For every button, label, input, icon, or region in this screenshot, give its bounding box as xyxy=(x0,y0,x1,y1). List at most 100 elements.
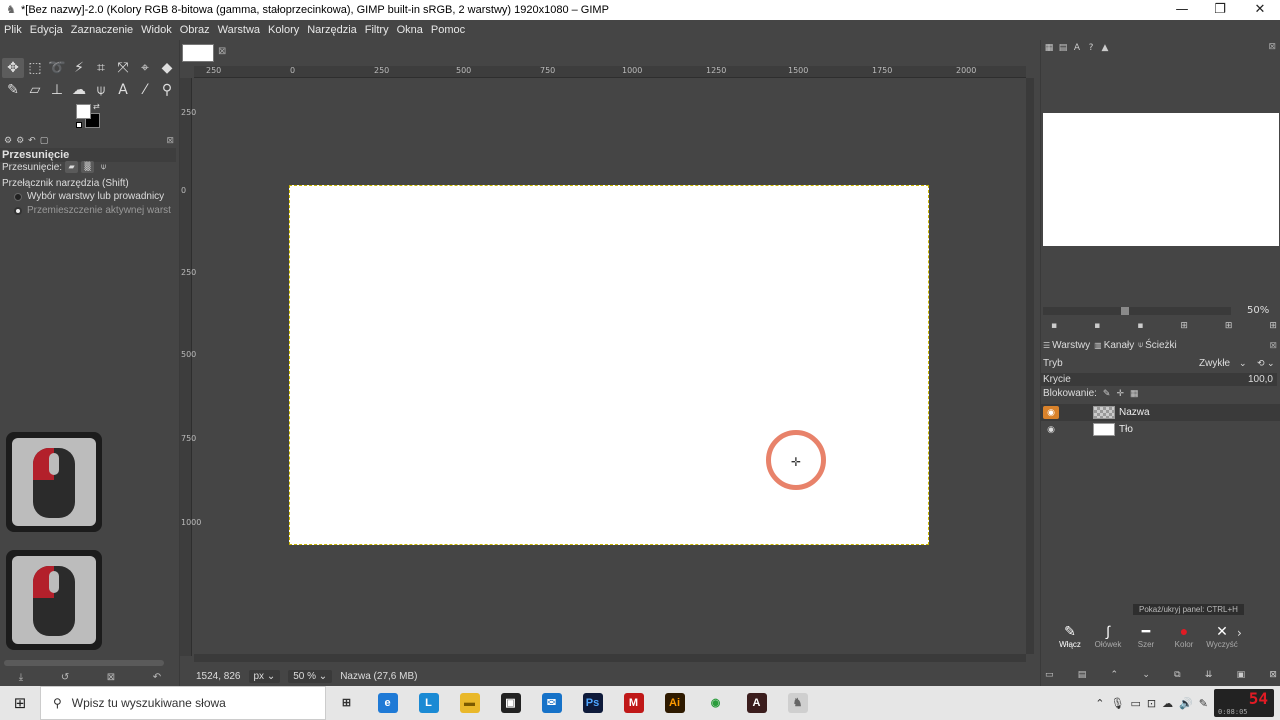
tab-channels[interactable]: ▥ Kanały xyxy=(1094,340,1134,351)
navigator-preview[interactable] xyxy=(1043,113,1279,246)
dock-menu-icon[interactable]: ⊠ xyxy=(1268,42,1276,52)
maximize-button[interactable]: ❐ xyxy=(1200,0,1240,20)
vertical-ruler[interactable]: 250 0 250 500 750 1000 xyxy=(180,78,201,656)
photoshop-taskbar-button[interactable]: Ps xyxy=(572,686,613,720)
zoom-out-icon[interactable]: ▪ xyxy=(1051,321,1057,331)
unit-select[interactable]: px ⌄ xyxy=(248,669,281,683)
microphone-icon[interactable]: 🎙 xyxy=(1110,697,1124,710)
menu-widok[interactable]: Widok xyxy=(141,24,172,36)
tab-layers[interactable]: ☰ Warstwy xyxy=(1043,340,1090,351)
mcafee-taskbar-button[interactable]: M xyxy=(613,686,654,720)
chevron-right-icon[interactable]: › xyxy=(1237,626,1242,640)
chrome-taskbar-button[interactable]: ◉ xyxy=(695,686,736,720)
mode-select[interactable]: Zwykłe xyxy=(1199,358,1230,369)
tab-paths[interactable]: ⍦ Ścieżki xyxy=(1138,340,1177,351)
menu-obraz[interactable]: Obraz xyxy=(180,24,210,36)
menu-okna[interactable]: Okna xyxy=(397,24,423,36)
reset-colors-icon[interactable] xyxy=(76,122,82,128)
layer-name[interactable]: Nazwa xyxy=(1119,407,1150,418)
navigation-tab-icon[interactable]: ▲ xyxy=(1099,42,1111,54)
chevron-down-icon[interactable]: ⌄ xyxy=(1239,358,1247,369)
reset-options-icon[interactable]: ↶ xyxy=(153,672,161,683)
lasso-icon[interactable]: ➰ xyxy=(46,58,68,78)
undo-history-tab-icon[interactable]: ↶ xyxy=(28,136,36,146)
help-tab-icon[interactable]: ? xyxy=(1085,42,1097,54)
layer-name[interactable]: Tło xyxy=(1119,424,1133,435)
chevron-up-icon[interactable]: ⌃ xyxy=(1095,697,1104,710)
radio-dot-selected[interactable] xyxy=(14,206,22,215)
onedrive-icon[interactable]: ☁ xyxy=(1162,697,1173,710)
menu-zaznaczenie[interactable]: Zaznaczenie xyxy=(71,24,133,36)
anchor-layer-icon[interactable]: ⇊ xyxy=(1205,670,1213,680)
zoom-tool-icon[interactable]: ⚲ xyxy=(156,80,178,100)
dock-menu-icon[interactable]: ⊠ xyxy=(166,136,174,146)
image-tab-thumbnail[interactable] xyxy=(182,44,214,62)
annotation-pencil-button[interactable]: ∫ Ołówek xyxy=(1095,622,1122,649)
zoom-in-icon[interactable]: ▪ xyxy=(1094,321,1100,331)
eraser-icon[interactable]: ▱ xyxy=(24,80,46,100)
horizontal-ruler[interactable]: 250 0 250 500 750 1000 1250 1500 1750 20… xyxy=(194,66,1026,78)
battery-icon[interactable]: ▭ xyxy=(1130,697,1140,710)
delete-layer-icon[interactable]: ⊠ xyxy=(1269,670,1277,680)
close-window-button[interactable]: ✕ xyxy=(1240,0,1280,20)
lock-pixels-icon[interactable]: ✎ xyxy=(1103,388,1111,399)
visibility-eye-icon[interactable]: ◉ xyxy=(1043,406,1059,419)
tool-options-tab-icon[interactable]: ⚙ xyxy=(4,136,12,146)
move-tool-icon[interactable]: ✥ xyxy=(2,58,24,78)
fit-image-icon[interactable]: ⊞ xyxy=(1180,321,1188,331)
radio-dot[interactable] xyxy=(14,192,22,201)
lower-layer-icon[interactable]: ⌄ xyxy=(1142,670,1150,680)
new-layer-icon[interactable]: ▤ xyxy=(1078,670,1087,680)
windows-start-icon[interactable]: ⊞ xyxy=(0,686,40,720)
menu-pomoc[interactable]: Pomoc xyxy=(431,24,465,36)
restore-options-icon[interactable]: ↺ xyxy=(61,672,69,683)
pen-workspace-icon[interactable]: ✎ xyxy=(1199,697,1208,710)
image-canvas[interactable] xyxy=(289,185,929,545)
navigator-zoom-slider[interactable] xyxy=(1043,307,1231,315)
move-selection-icon[interactable]: ▒ xyxy=(81,161,95,173)
raise-layer-icon[interactable]: ⌃ xyxy=(1111,670,1119,680)
task-view-taskbar-button[interactable]: ⊞ xyxy=(326,686,367,720)
fonts-tab-icon[interactable]: A xyxy=(1071,42,1083,54)
lock-position-icon[interactable]: ✛ xyxy=(1116,388,1124,399)
save-options-icon[interactable]: ⤓ xyxy=(19,672,23,683)
radio-move-active[interactable]: Przemieszczenie aktywnej warst xyxy=(14,205,171,216)
horizontal-scrollbar[interactable] xyxy=(194,654,1026,662)
swap-colors-icon[interactable]: ⇄ xyxy=(93,102,100,111)
menu-filtry[interactable]: Filtry xyxy=(365,24,389,36)
zoom-100-icon[interactable]: ▪ xyxy=(1137,321,1143,331)
reset-mode-icon[interactable]: ⟲ ⌄ xyxy=(1257,358,1275,369)
rect-select-icon[interactable]: ⬚ xyxy=(24,58,46,78)
menu-kolory[interactable]: Kolory xyxy=(268,24,299,36)
delete-options-icon[interactable]: ⊠ xyxy=(107,672,115,683)
navigator-zoom-handle[interactable] xyxy=(1121,307,1129,315)
annotation-width-button[interactable]: ━ Szer xyxy=(1133,622,1159,649)
paintbrush-icon[interactable]: ✎ xyxy=(2,80,24,100)
layer-row[interactable]: ◉ Nazwa xyxy=(1041,404,1280,421)
foreground-color-swatch[interactable] xyxy=(76,104,91,119)
minimize-button[interactable]: — xyxy=(1162,0,1202,20)
fuzzy-select-icon[interactable]: ⚡ xyxy=(68,58,90,78)
annotation-enable-button[interactable]: ✎ Włącz xyxy=(1057,622,1083,649)
duplicate-layer-icon[interactable]: ⧉ xyxy=(1174,670,1180,680)
patterns-tab-icon[interactable]: ▤ xyxy=(1057,42,1069,54)
menu-warstwa[interactable]: Warstwa xyxy=(218,24,260,36)
device-status-tab-icon[interactable]: ⚙ xyxy=(16,136,24,146)
vertical-scrollbar[interactable] xyxy=(1026,78,1034,654)
text-tool-icon[interactable]: A xyxy=(112,80,134,100)
images-tab-icon[interactable]: ▢ xyxy=(40,136,49,146)
edge-taskbar-button[interactable]: e xyxy=(367,686,408,720)
illustrator-taskbar-button[interactable]: Ai xyxy=(654,686,695,720)
clone-icon[interactable]: ⊥ xyxy=(46,80,68,100)
volume-icon[interactable]: 🔊 xyxy=(1179,697,1193,710)
visibility-eye-icon[interactable]: ◉ xyxy=(1043,423,1059,436)
paths-icon[interactable]: ⍦ xyxy=(90,80,112,100)
annotation-clear-button[interactable]: ✕ Wyczyść xyxy=(1206,622,1237,649)
fg-bg-colors[interactable]: ⇄ xyxy=(76,102,102,128)
fit-window-icon[interactable]: ⊞ xyxy=(1225,321,1233,331)
network-icon[interactable]: ⊡ xyxy=(1147,697,1156,710)
color-picker-icon[interactable]: ⁄ xyxy=(134,80,156,100)
autocad-taskbar-button[interactable]: A xyxy=(736,686,777,720)
menu-plik[interactable]: Plik xyxy=(4,24,22,36)
radio-pick-layer[interactable]: Wybór warstwy lub prowadnicy xyxy=(14,191,164,202)
